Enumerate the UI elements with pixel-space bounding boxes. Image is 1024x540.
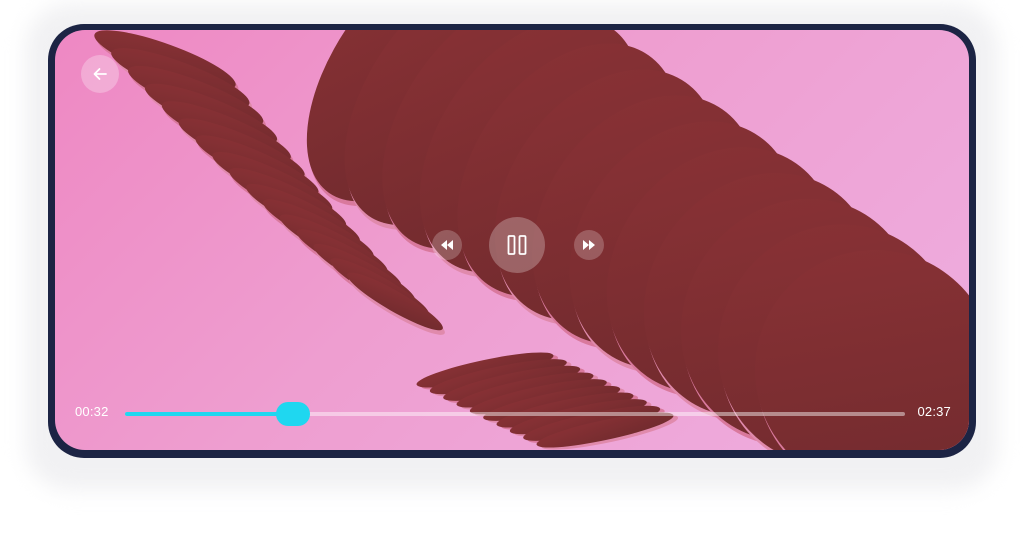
progress-bar[interactable] [125, 402, 905, 426]
stage: 00:32 02:37 [0, 0, 1024, 540]
video-player[interactable]: 00:32 02:37 [55, 30, 969, 450]
forward-button[interactable] [574, 230, 604, 260]
current-time: 00:32 [75, 404, 109, 419]
progress-thumb[interactable] [275, 402, 310, 426]
phone-frame: 00:32 02:37 [48, 24, 976, 458]
pause-button[interactable] [489, 217, 545, 273]
rewind-icon [441, 240, 453, 250]
back-button[interactable] [81, 55, 119, 93]
rewind-button[interactable] [432, 230, 462, 260]
arrow-left-icon [93, 68, 107, 80]
progress-fill [125, 412, 293, 416]
fast-forward-icon [583, 240, 595, 250]
pause-icon [507, 235, 527, 255]
coil-disc [347, 272, 445, 335]
total-time: 02:37 [917, 404, 951, 419]
